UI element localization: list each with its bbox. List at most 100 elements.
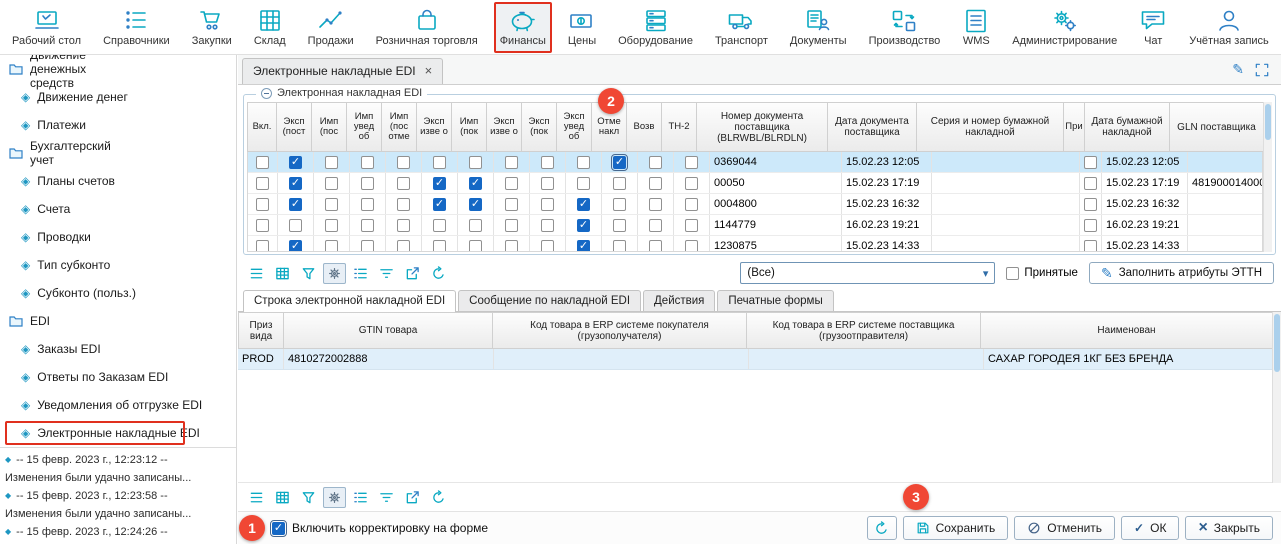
filter-dropdown[interactable]: (Все): [740, 262, 995, 284]
tab-invoice-line[interactable]: Строка электронной накладной EDI: [243, 290, 456, 312]
row-checkbox[interactable]: [433, 198, 446, 211]
row-checkbox[interactable]: [469, 156, 482, 169]
row-checkbox[interactable]: [649, 240, 662, 253]
row-checkbox[interactable]: [685, 156, 698, 169]
row-checkbox[interactable]: [685, 198, 698, 211]
topbar-item-desktop[interactable]: Рабочий стол: [6, 2, 87, 53]
row-checkbox[interactable]: [541, 156, 554, 169]
row-checkbox[interactable]: [613, 198, 626, 211]
row-checkbox[interactable]: [289, 240, 302, 253]
sidebar-item-payments[interactable]: Платежи: [0, 111, 210, 139]
row-checkbox[interactable]: [1084, 240, 1097, 253]
sidebar-item-subconto-type[interactable]: Тип субконто: [0, 251, 210, 279]
column-header[interactable]: Код товара в ERP системе поставщика (гру…: [746, 312, 981, 349]
topbar-item-equipment[interactable]: Оборудование: [612, 2, 699, 53]
column-header[interactable]: Эксп (пост: [276, 102, 312, 152]
column-header[interactable]: Эксп изве о: [486, 102, 522, 152]
topbar-item-finances[interactable]: Финансы: [494, 2, 552, 53]
row-checkbox[interactable]: [469, 198, 482, 211]
row-checkbox[interactable]: [469, 177, 482, 190]
sidebar-item-accounts[interactable]: Счета: [0, 195, 210, 223]
row-checkbox[interactable]: [397, 177, 410, 190]
row-checkbox[interactable]: [541, 219, 554, 232]
column-header[interactable]: GTIN товара: [283, 312, 493, 349]
fill-ettn-attributes-button[interactable]: Заполнить атрибуты ЭТТН: [1089, 262, 1274, 284]
invoice-row[interactable]: 123087515.02.23 14:3315.02.23 14:33: [248, 236, 1262, 252]
column-header[interactable]: Возв: [626, 102, 662, 152]
row-checkbox[interactable]: [289, 177, 302, 190]
correction-checkbox[interactable]: [272, 522, 285, 535]
line-row[interactable]: PROD 4810272002888 САХАР ГОРОДЕЯ 1КГ БЕЗ…: [238, 349, 1272, 370]
sidebar-item-edi-invoices[interactable]: Электронные накладные EDI: [0, 419, 210, 447]
row-checkbox[interactable]: [469, 240, 482, 253]
column-header[interactable]: Наименован: [980, 312, 1272, 349]
refresh-button[interactable]: [867, 516, 897, 540]
table-view-icon[interactable]: [271, 487, 294, 508]
row-checkbox[interactable]: [433, 177, 446, 190]
numbered-list-icon[interactable]: [349, 487, 372, 508]
row-checkbox[interactable]: [1084, 219, 1097, 232]
scrollbar-thumb[interactable]: [1265, 104, 1271, 140]
column-header[interactable]: Код товара в ERP системе покупателя (гру…: [492, 312, 747, 349]
topbar-item-directories[interactable]: Справочники: [97, 2, 176, 53]
row-checkbox[interactable]: [577, 156, 590, 169]
row-checkbox[interactable]: [361, 219, 374, 232]
table-view-icon[interactable]: [271, 263, 294, 284]
row-checkbox[interactable]: [325, 198, 338, 211]
row-checkbox[interactable]: [289, 219, 302, 232]
sidebar-item-accounting[interactable]: Бухгалтерский учет: [0, 139, 46, 167]
row-checkbox[interactable]: [433, 240, 446, 253]
cancel-button[interactable]: Отменить: [1014, 516, 1115, 540]
list-view-icon[interactable]: [245, 263, 268, 284]
topbar-item-documents[interactable]: Документы: [784, 2, 853, 53]
column-header[interactable]: Эксп изве о: [416, 102, 452, 152]
close-button[interactable]: Закрыть: [1185, 516, 1273, 540]
ok-button[interactable]: ОК: [1121, 516, 1179, 540]
row-checkbox[interactable]: [397, 156, 410, 169]
column-header[interactable]: Имп увед об: [346, 102, 382, 152]
invoice-row[interactable]: 036904415.02.23 12:0515.02.23 12:05: [248, 152, 1262, 173]
row-checkbox[interactable]: [325, 156, 338, 169]
row-checkbox[interactable]: [289, 156, 302, 169]
row-checkbox[interactable]: [433, 156, 446, 169]
topbar-item-purchases[interactable]: Закупки: [186, 2, 238, 53]
row-checkbox[interactable]: [577, 177, 590, 190]
sidebar-item-subconto-user[interactable]: Субконто (польз.): [0, 279, 210, 307]
column-header[interactable]: Вкл.: [247, 102, 277, 152]
filter-lines-icon[interactable]: [375, 263, 398, 284]
row-checkbox[interactable]: [613, 219, 626, 232]
vertical-scrollbar[interactable]: [1263, 102, 1272, 252]
row-checkbox[interactable]: [685, 240, 698, 253]
row-checkbox[interactable]: [505, 198, 518, 211]
topbar-item-production[interactable]: Производство: [863, 2, 947, 53]
row-checkbox[interactable]: [256, 156, 269, 169]
accepted-checkbox[interactable]: [1006, 267, 1019, 280]
topbar-item-transport[interactable]: Транспорт: [709, 2, 774, 53]
scrollbar-thumb[interactable]: [1274, 314, 1280, 372]
sidebar-item-chart-of-accounts[interactable]: Планы счетов: [0, 167, 210, 195]
row-checkbox[interactable]: [325, 240, 338, 253]
row-checkbox[interactable]: [577, 198, 590, 211]
column-header[interactable]: Номер документа поставщика (BLRWBL/BLRDL…: [696, 102, 828, 152]
invoice-row[interactable]: 114477916.02.23 19:2116.02.23 19:21: [248, 215, 1262, 236]
close-icon[interactable]: [425, 64, 433, 78]
row-checkbox[interactable]: [1084, 198, 1097, 211]
column-header[interactable]: Дата документа поставщика: [827, 102, 917, 152]
filter-lines-icon[interactable]: [375, 487, 398, 508]
invoice-row[interactable]: 0005015.02.23 17:1915.02.23 17:194819000…: [248, 173, 1262, 194]
row-checkbox[interactable]: [577, 219, 590, 232]
sidebar-item-edi[interactable]: EDI: [0, 307, 46, 335]
row-checkbox[interactable]: [361, 177, 374, 190]
topbar-item-warehouse[interactable]: Склад: [248, 2, 292, 53]
export-icon[interactable]: [401, 263, 424, 284]
row-checkbox[interactable]: [541, 177, 554, 190]
row-checkbox[interactable]: [613, 177, 626, 190]
row-checkbox[interactable]: [256, 240, 269, 253]
row-checkbox[interactable]: [649, 177, 662, 190]
tab-actions[interactable]: Действия: [643, 290, 715, 311]
column-header[interactable]: Эксп увед об: [556, 102, 592, 152]
topbar-item-wms[interactable]: WMS: [956, 2, 996, 53]
sidebar-item-edi-orders[interactable]: Заказы EDI: [0, 335, 210, 363]
list-view-icon[interactable]: [245, 487, 268, 508]
edit-icon[interactable]: [1232, 61, 1244, 79]
